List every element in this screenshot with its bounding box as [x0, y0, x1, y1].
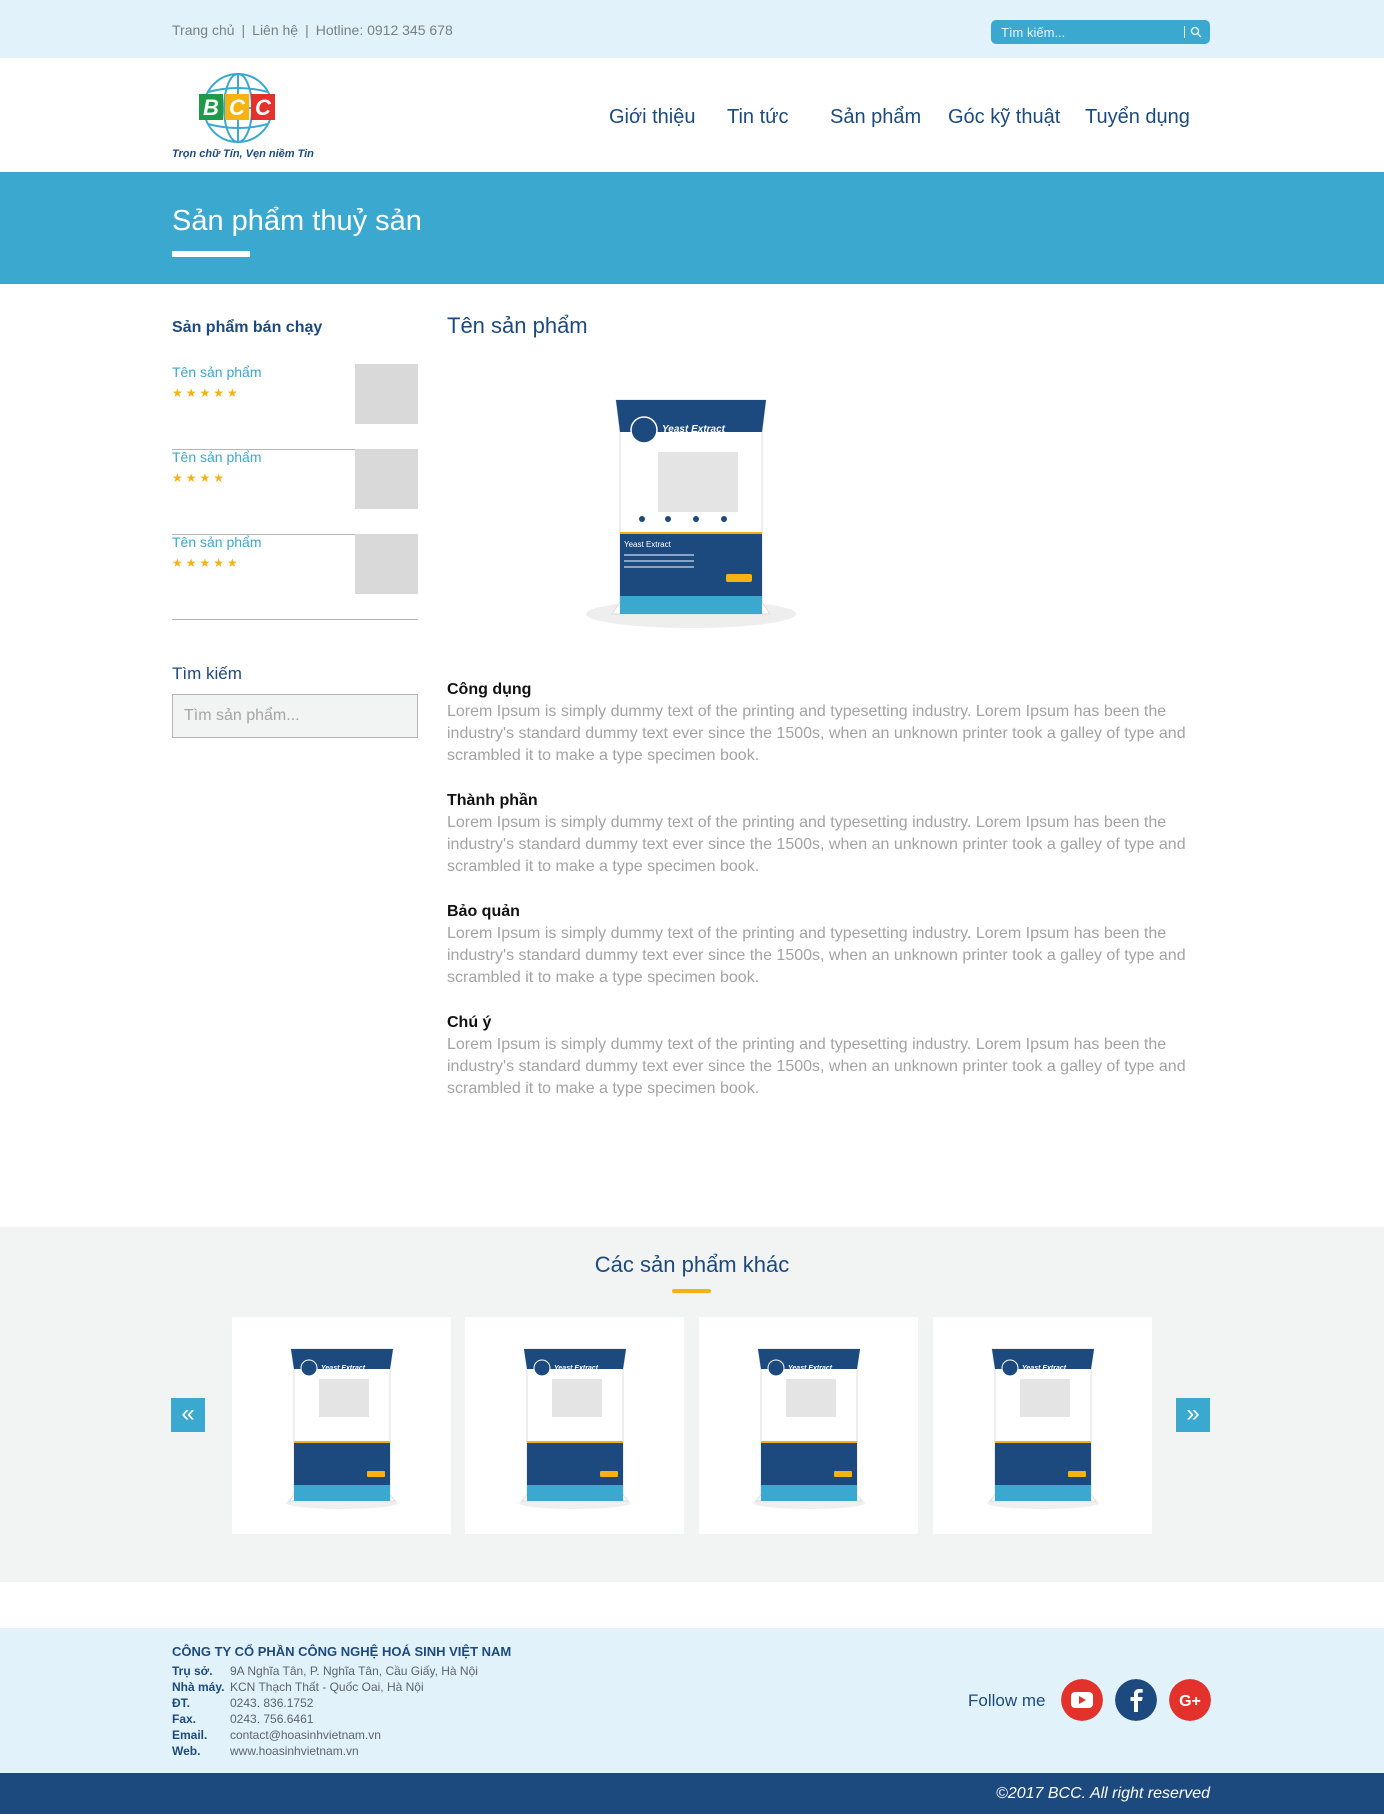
ingredients-text: Lorem Ipsum is simply dummy text of the … [447, 814, 1186, 875]
footer-value: 0243. 756.6461 [230, 1712, 314, 1726]
usage-section: Công dụng Lorem Ipsum is simply dummy te… [447, 679, 1210, 767]
svg-text:G+: G+ [1179, 1693, 1201, 1710]
sidebar-search-label: Tìm kiếm [172, 664, 242, 683]
nav-goc-ky-thuat[interactable]: Góc kỹ thuật [948, 106, 1060, 129]
svg-text:Yeast Extract: Yeast Extract [1022, 1365, 1067, 1372]
package-thumbnail-icon: Yeast Extract [753, 1348, 865, 1509]
footer-label: ĐT. [172, 1696, 190, 1710]
nav-tuyen-dung[interactable]: Tuyển dụng [1085, 106, 1190, 129]
search-icon[interactable] [1190, 26, 1202, 38]
carousel-next-button[interactable]: » [1176, 1398, 1210, 1432]
top-bar: Trang chủ | Liên hệ | Hotline: 0912 345 678 [0, 0, 1384, 58]
google-plus-icon[interactable]: G+ [1169, 1679, 1211, 1721]
product-thumbnail[interactable] [355, 534, 418, 594]
storage-section: Bảo quản Lorem Ipsum is simply dummy tex… [447, 901, 1210, 989]
bestseller-item[interactable]: Tên sản phẩm ★★★★ [172, 449, 418, 535]
title-underline [672, 1289, 711, 1293]
link-separator: | [241, 22, 246, 38]
notes-section: Chú ý Lorem Ipsum is simply dummy text o… [447, 1012, 1210, 1100]
product-package-image: Yeast Extract Yeast Extract [586, 399, 796, 628]
other-products-section: Các sản phẩm khác « Yeast Extract Yeast … [0, 1227, 1384, 1582]
rating-stars: ★★★★★ [172, 386, 241, 400]
nav-gioi-thieu[interactable]: Giới thiệu [609, 106, 695, 129]
usage-text: Lorem Ipsum is simply dummy text of the … [447, 703, 1186, 764]
storage-heading: Bảo quản [447, 903, 520, 920]
svg-text:Yeast Extract: Yeast Extract [788, 1365, 833, 1372]
svg-text:Yeast Extract: Yeast Extract [554, 1365, 599, 1372]
footer-web-link[interactable]: www.hoasinhvietnam.vn [230, 1744, 359, 1758]
package-label-back: Yeast Extract [624, 540, 672, 549]
contact-link[interactable]: Liên hệ [252, 22, 298, 38]
follow-label: Follow me [968, 1691, 1046, 1710]
product-card[interactable]: Yeast Extract [232, 1317, 451, 1534]
notes-heading: Chú ý [447, 1014, 492, 1031]
footer-label: Web. [172, 1744, 201, 1758]
svg-text:Yeast Extract: Yeast Extract [321, 1365, 366, 1372]
package-thumbnail-icon: Yeast Extract [987, 1348, 1099, 1509]
company-name: CÔNG TY CỔ PHẦN CÔNG NGHỆ HOÁ SINH VIỆT … [172, 1644, 512, 1659]
top-search-input[interactable] [1001, 23, 1171, 41]
sidebar-search-input[interactable] [173, 695, 417, 737]
nav-tin-tuc[interactable]: Tin tức [727, 106, 789, 129]
product-card[interactable]: Yeast Extract [699, 1317, 918, 1534]
footer-label: Fax. [172, 1712, 197, 1726]
package-label: Yeast Extract [662, 424, 726, 435]
title-underline [172, 251, 250, 257]
link-separator: | [305, 22, 309, 38]
hotline-text: Hotline: 0912 345 678 [315, 22, 453, 38]
copyright-text: ©2017 BCC. All right reserved [996, 1785, 1210, 1802]
top-search-box [991, 20, 1210, 44]
ingredients-heading: Thành phần [447, 792, 538, 809]
facebook-icon[interactable] [1115, 1679, 1157, 1721]
bestseller-name[interactable]: Tên sản phẩm [172, 534, 262, 550]
youtube-icon[interactable] [1061, 1679, 1103, 1721]
product-thumbnail[interactable] [355, 364, 418, 424]
search-divider [1184, 26, 1185, 38]
site-header: BCC Trọn chữ Tín, Vẹn niềm Tin Giới thiệ… [0, 58, 1384, 172]
site-footer: CÔNG TY CỔ PHẦN CÔNG NGHỆ HOÁ SINH VIỆT … [0, 1628, 1384, 1773]
carousel-prev-button[interactable]: « [171, 1398, 205, 1432]
package-thumbnail-icon: Yeast Extract [519, 1348, 631, 1509]
nav-san-pham[interactable]: Sản phẩm [830, 106, 921, 129]
bestseller-item[interactable]: Tên sản phẩm ★★★★★ [172, 364, 418, 450]
footer-value: 9A Nghĩa Tân, P. Nghĩa Tân, Cầu Giấy, Hà… [230, 1664, 478, 1678]
package-thumbnail-icon: Yeast Extract [286, 1348, 398, 1509]
page-banner: Sản phẩm thuỷ sản [0, 172, 1384, 284]
bestseller-item[interactable]: Tên sản phẩm ★★★★★ [172, 534, 418, 620]
product-card[interactable]: Yeast Extract [465, 1317, 684, 1534]
bestseller-name[interactable]: Tên sản phẩm [172, 449, 262, 465]
footer-label: Email. [172, 1728, 208, 1742]
page-title: Sản phẩm thuỷ sản [172, 205, 422, 237]
bestseller-heading: Sản phẩm bán chạy [172, 319, 323, 336]
footer-label: Trụ sở. [172, 1664, 213, 1678]
storage-text: Lorem Ipsum is simply dummy text of the … [447, 925, 1186, 986]
footer-email-link[interactable]: contact@hoasinhvietnam.vn [230, 1728, 381, 1742]
other-products-title: Các sản phẩm khác [594, 1252, 790, 1277]
notes-text: Lorem Ipsum is simply dummy text of the … [447, 1036, 1186, 1097]
usage-heading: Công dụng [447, 681, 532, 698]
copyright-bar: ©2017 BCC. All right reserved [0, 1773, 1384, 1814]
product-thumbnail[interactable] [355, 449, 418, 509]
product-card[interactable]: Yeast Extract [933, 1317, 1152, 1534]
main-nav: Giới thiệu Tin tức Sản phẩm Góc kỹ thuật… [0, 106, 1384, 136]
logo-tagline: Trọn chữ Tín, Vẹn niềm Tin [172, 148, 314, 160]
home-link[interactable]: Trang chủ [172, 22, 235, 38]
rating-stars: ★★★★ [172, 471, 228, 485]
footer-value: KCN Thạch Thất - Quốc Oai, Hà Nội [230, 1680, 424, 1694]
ingredients-section: Thành phần Lorem Ipsum is simply dummy t… [447, 790, 1210, 878]
rating-stars: ★★★★★ [172, 556, 241, 570]
bestseller-name[interactable]: Tên sản phẩm [172, 364, 262, 380]
top-links: Trang chủ | Liên hệ | Hotline: 0912 345 678 [172, 22, 453, 38]
footer-value: 0243. 836.1752 [230, 1696, 314, 1710]
sidebar-search-box [172, 694, 418, 738]
footer-label: Nhà máy. [172, 1680, 225, 1694]
product-title: Tên sản phẩm [447, 313, 588, 338]
